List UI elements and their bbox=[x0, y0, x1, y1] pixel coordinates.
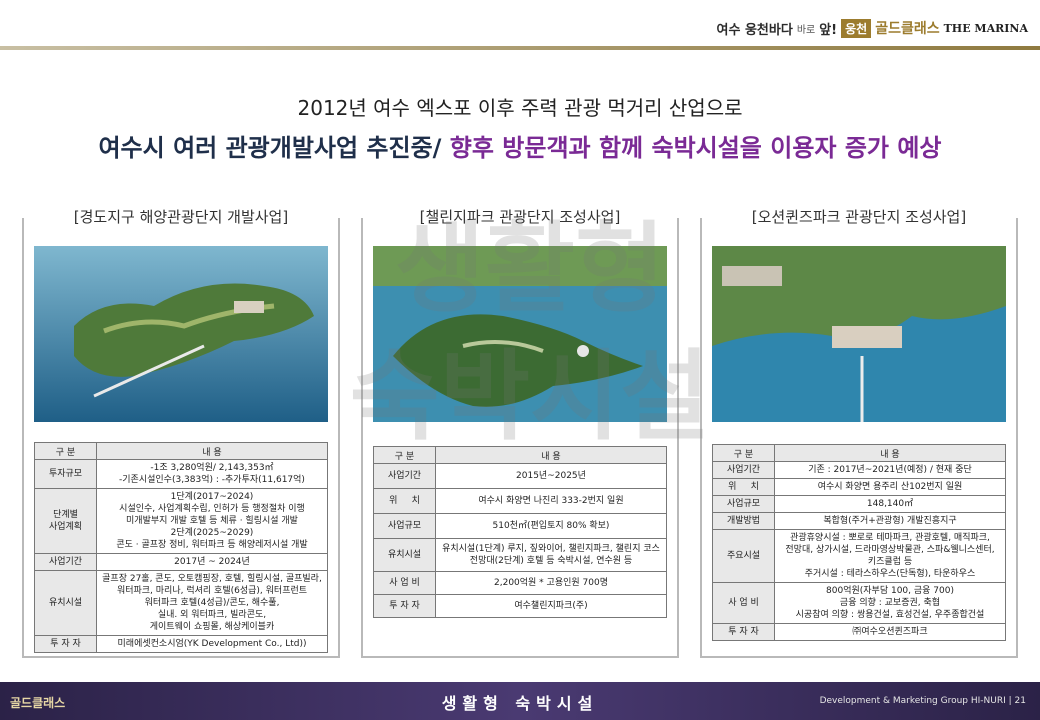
header-category: 구 분 bbox=[712, 444, 775, 462]
top-rule bbox=[0, 46, 1040, 50]
table-row: 위 치 여수시 화양면 용주리 산102번지 일원 bbox=[712, 478, 1006, 496]
table-row: 단계별 사업계획 1단계(2017~2024) 시설인수, 사업계획수립, 인허가… bbox=[34, 488, 328, 554]
table-row: 투 자 자 여수챌린지파크(주) bbox=[373, 594, 667, 618]
table-row: 주요시설 관광휴양시설 : 뽀로로 테마파크, 관광호텔, 매직파크, 전망대, … bbox=[712, 529, 1006, 583]
project-panel-ocean-queens-park: [오션퀸즈파크 관광단지 조성사업] 구 분내 용 사업기간 기존 : 2017년… bbox=[700, 208, 1018, 658]
header-category: 구 분 bbox=[373, 446, 436, 464]
table-row: 사 업 비 2,200억원 * 고용인원 700명 bbox=[373, 571, 667, 595]
table-row: 개발방법 복합형(주거+관광형) 개발진흥지구 bbox=[712, 512, 1006, 530]
info-table: 구 분내 용 사업기간 2015년~2025년 위 치 여수시 화양면 나진리 33… bbox=[373, 446, 667, 618]
table-row: 위 치 여수시 화양면 나진리 333-2번지 일원 bbox=[373, 488, 667, 514]
top-bar: 여수 웅천바다 바로 앞! 웅천 골드클래스 THE MARINA bbox=[0, 0, 1040, 52]
project-panel-gyeongdo: [경도지구 해양관광단지 개발사업] 구 분내 용 투자규모 -1조 3,280억… bbox=[22, 208, 340, 658]
info-table: 구 분내 용 투자규모 -1조 3,280억원/ 2,143,353㎡ -기존시설… bbox=[34, 442, 328, 653]
table-row: 사업규모 510천㎡(편입토지 80% 확보) bbox=[373, 513, 667, 539]
island-aerial-photo bbox=[34, 246, 328, 422]
peninsula-aerial-photo bbox=[373, 246, 667, 422]
brand-mid: 앞! bbox=[819, 22, 838, 38]
info-table: 구 분내 용 사업기간 기존 : 2017년~2021년(예정) / 현재 중단 … bbox=[712, 444, 1006, 641]
panel-title: [경도지구 해양관광단지 개발사업] bbox=[69, 208, 293, 226]
subheadline: 여수시 여러 관광개발사업 추진중/ 향후 방문객과 함께 숙박시설을 이용자 … bbox=[0, 128, 1040, 163]
brand-marina: THE MARINA bbox=[943, 21, 1028, 35]
brand-prefix: 여수 웅천바다 bbox=[716, 22, 793, 38]
footer-bar: 골드클래스 생활형 숙박시설 Development & Marketing G… bbox=[0, 682, 1040, 720]
panel-title: [오션퀸즈파크 관광단지 조성사업] bbox=[747, 208, 971, 226]
brand-small: 바로 bbox=[796, 24, 816, 36]
table-row: 사업기간 2015년~2025년 bbox=[373, 463, 667, 489]
brand-tag: 웅천 bbox=[841, 18, 872, 38]
subhead-part1: 여수시 여러 관광개발사업 추진중/ bbox=[98, 134, 442, 162]
header-content: 내 용 bbox=[435, 446, 667, 464]
subhead-part2: 향후 방문객과 함께 숙박시설을 이용자 증가 예상 bbox=[449, 134, 942, 162]
table-row: 사 업 비 800억원(자부담 100, 금융 700) 금융 의향 : 교보증권… bbox=[712, 582, 1006, 624]
table-row: 사업규모 148,140㎡ bbox=[712, 495, 1006, 513]
header-category: 구 분 bbox=[34, 442, 97, 460]
panel-title: [챌린지파크 관광단지 조성사업] bbox=[415, 208, 625, 226]
table-row: 사업기간 2017년 ~ 2024년 bbox=[34, 553, 328, 571]
table-row: 유치시설 유치시설(1단계) 루지, 짚와이어, 챌린지파크, 챌린지 코스 전망… bbox=[373, 538, 667, 572]
headline: 2012년 여수 엑스포 이후 주력 관광 먹거리 산업으로 bbox=[297, 96, 743, 120]
header-content: 내 용 bbox=[774, 444, 1006, 462]
project-panel-challenge-park: [챌린지파크 관광단지 조성사업] 구 분내 용 사업기간 2015년~2025년… bbox=[361, 208, 679, 658]
table-row: 사업기간 기존 : 2017년~2021년(예정) / 현재 중단 bbox=[712, 461, 1006, 479]
brand-name: 골드클래스 bbox=[875, 21, 940, 37]
table-row: 투 자 자 미래에셋컨소시엄(YK Development Co., Ltd)) bbox=[34, 635, 328, 653]
footer-credit: Development & Marketing Group HI-NURI | … bbox=[819, 696, 1026, 706]
table-row: 투자규모 -1조 3,280억원/ 2,143,353㎡ -기존시설인수(3,38… bbox=[34, 459, 328, 489]
coastal-resort-photo bbox=[712, 246, 1006, 422]
table-row: 투 자 자 ㈜여수오션퀸즈파크 bbox=[712, 623, 1006, 641]
header-content: 내 용 bbox=[96, 442, 328, 460]
table-row: 유치시설 골프장 27홀, 콘도, 오토캠핑장, 호텔, 힐링시설, 골프빌라, … bbox=[34, 570, 328, 636]
brand-lockup: 여수 웅천바다 바로 앞! 웅천 골드클래스 THE MARINA bbox=[717, 18, 1028, 38]
